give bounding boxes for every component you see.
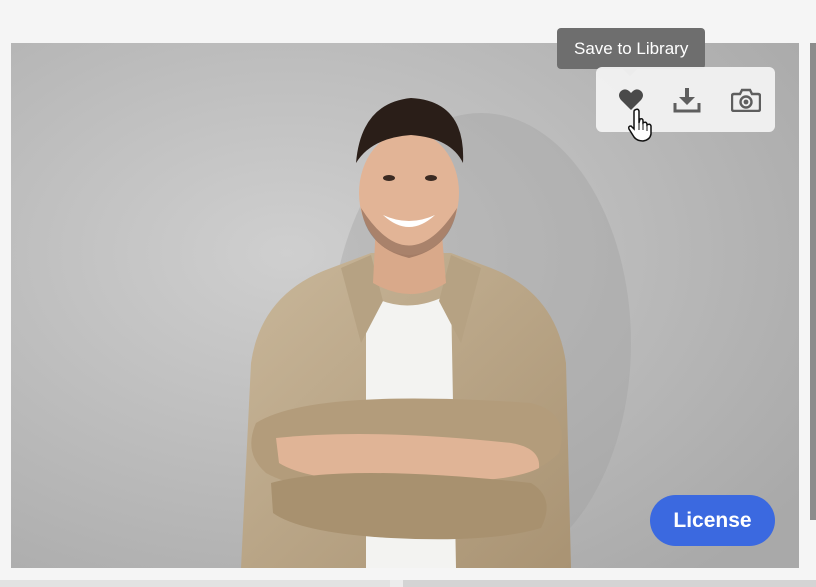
download-button[interactable] (672, 85, 702, 115)
find-similar-button[interactable] (731, 85, 761, 115)
next-row-thumbnails (0, 580, 816, 587)
save-to-library-button[interactable] (616, 85, 646, 115)
image-action-toolbar (596, 67, 775, 132)
next-image-card-edge[interactable] (810, 43, 816, 520)
save-to-library-tooltip: Save to Library (557, 28, 706, 76)
heart-icon (619, 89, 643, 110)
download-icon (673, 88, 701, 113)
license-button[interactable]: License (650, 495, 775, 546)
camera-icon (731, 88, 761, 112)
